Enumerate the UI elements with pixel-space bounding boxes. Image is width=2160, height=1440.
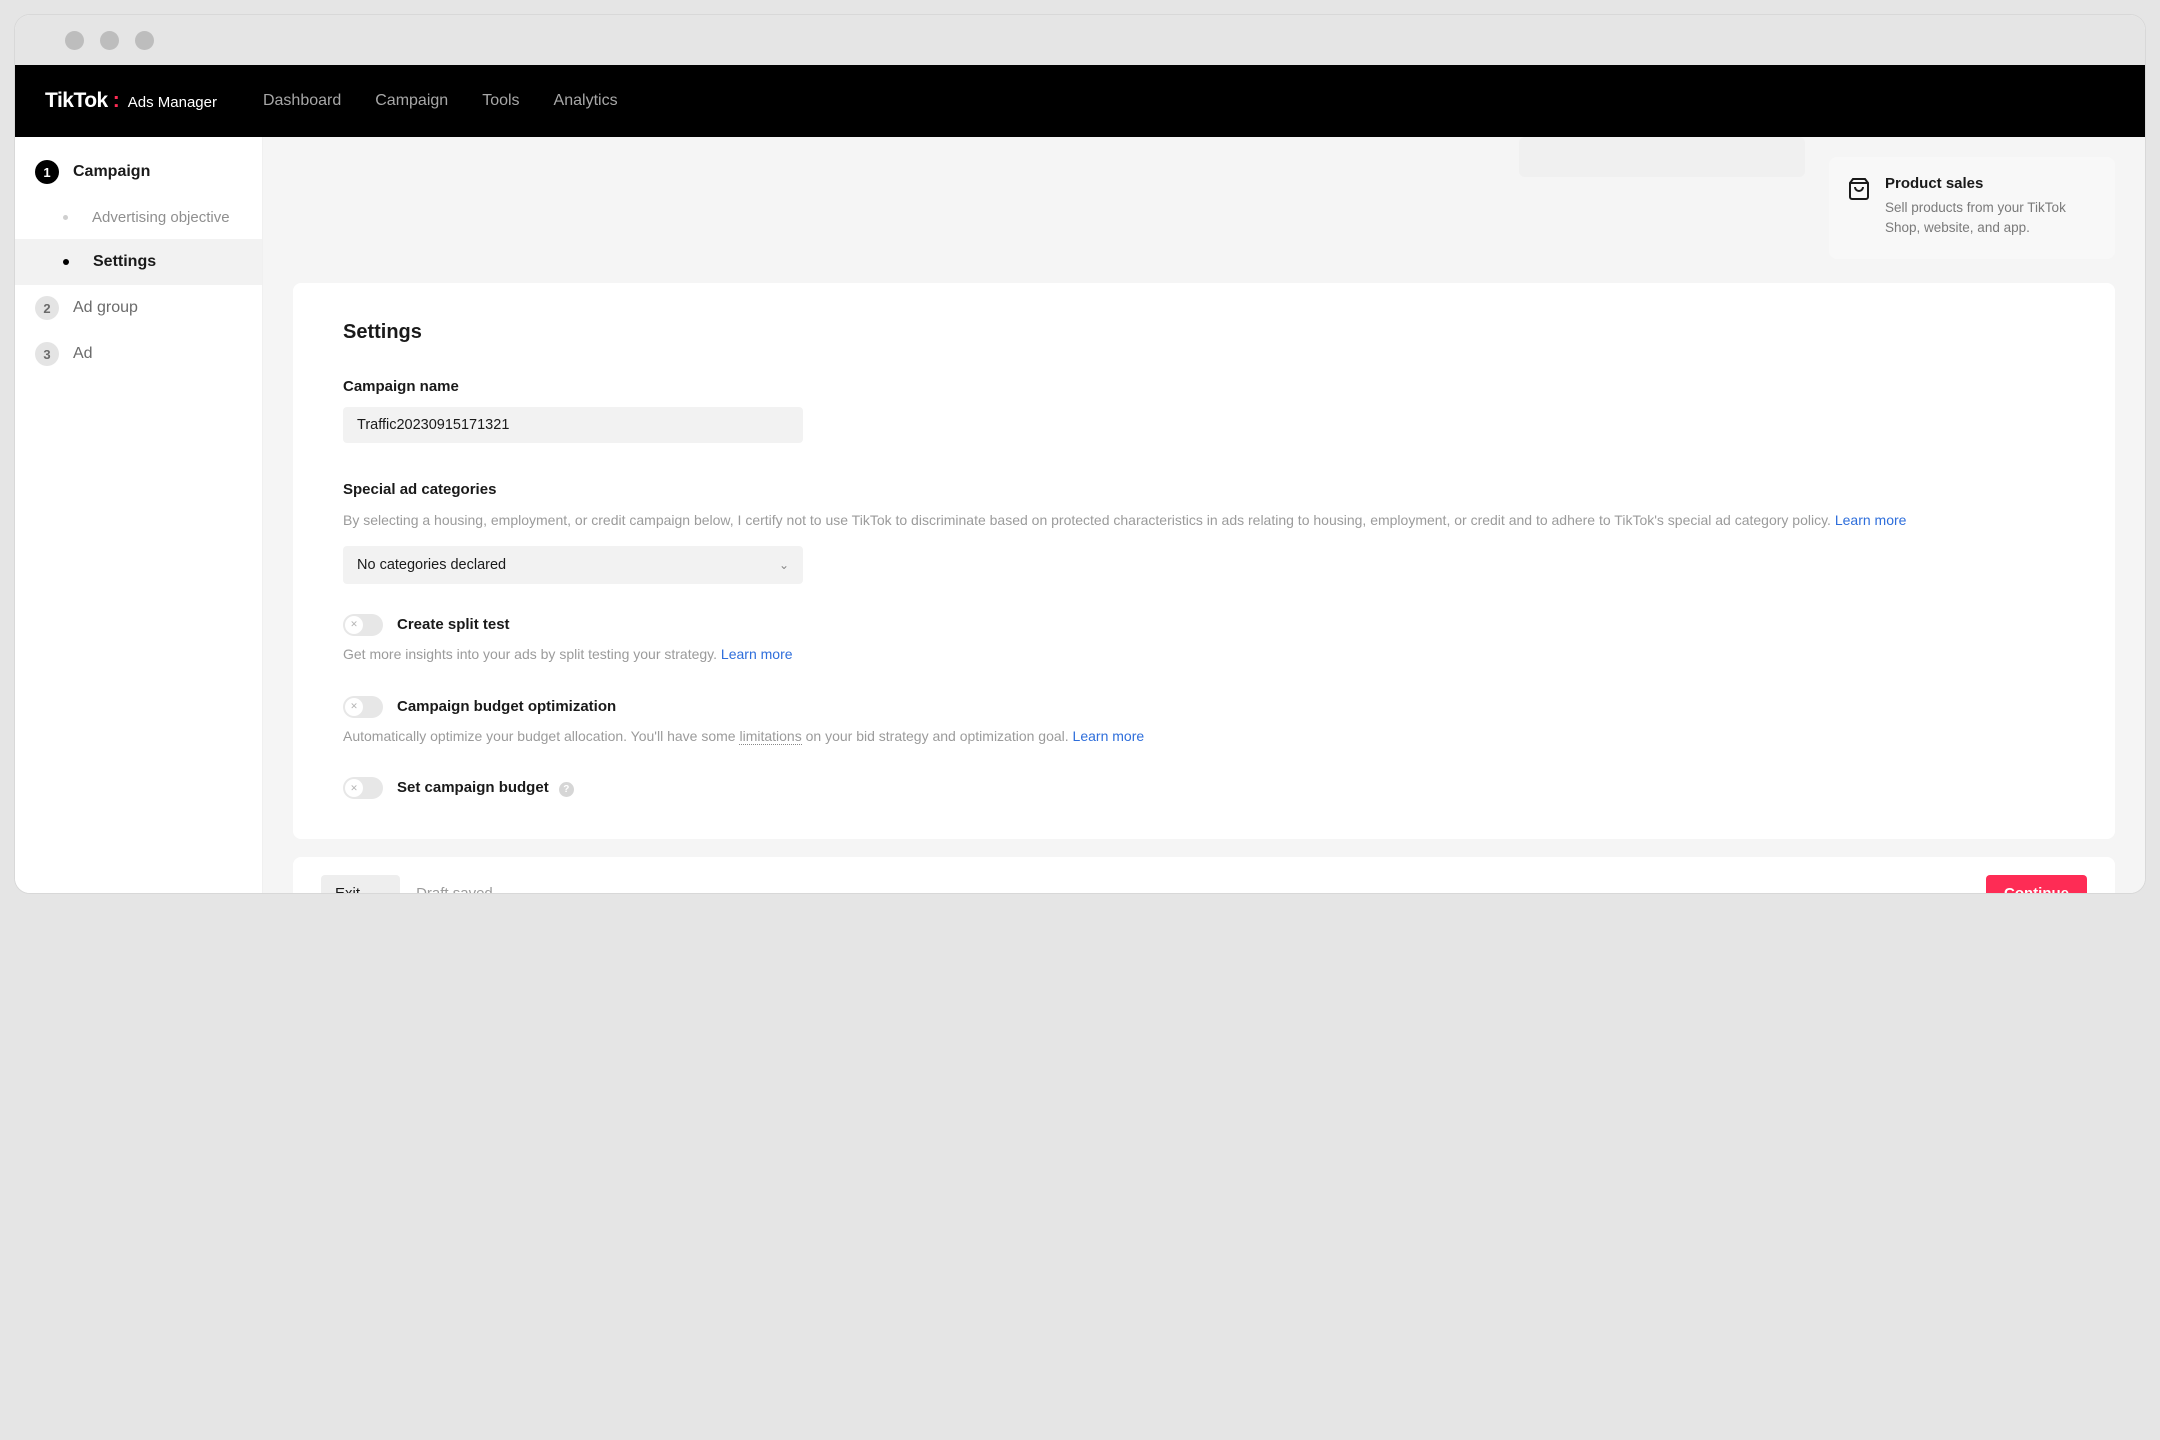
window-titlebar [15, 15, 2145, 65]
step-number-1: 1 [35, 160, 59, 184]
exit-button[interactable]: Exit ⌄ [321, 875, 400, 893]
settings-heading: Settings [343, 321, 2065, 344]
split-test-help: Get more insights into your ads by split… [343, 644, 2065, 666]
cbo-label: Campaign budget optimization [397, 698, 616, 715]
sidebar-sub-settings[interactable]: Settings [15, 239, 262, 285]
campaign-name-label: Campaign name [343, 378, 2065, 395]
nav-campaign[interactable]: Campaign [375, 92, 448, 110]
step-number-2: 2 [35, 296, 59, 320]
objective-card-ghost [1519, 137, 1805, 177]
traffic-light-min[interactable] [100, 31, 119, 50]
learn-more-link[interactable]: Learn more [1073, 728, 1145, 744]
brand-suffix: Ads Manager [128, 94, 217, 111]
sidebar-step-campaign[interactable]: 1 Campaign [15, 149, 262, 195]
chevron-down-icon: ⌄ [376, 886, 386, 893]
campaign-budget-label: Set campaign budget ? [397, 779, 574, 797]
product-sales-title: Product sales [1885, 175, 2097, 192]
product-sales-desc: Sell products from your TikTok Shop, web… [1885, 198, 2097, 237]
split-test-label: Create split test [397, 616, 510, 633]
sub-label-objective: Advertising objective [92, 209, 230, 226]
step-label-campaign: Campaign [73, 163, 150, 181]
categories-select[interactable]: No categories declared ⌄ [343, 546, 803, 584]
categories-select-value: No categories declared [357, 557, 506, 573]
step-label-ad: Ad [73, 345, 93, 363]
cbo-help: Automatically optimize your budget alloc… [343, 726, 2065, 748]
nav-dashboard[interactable]: Dashboard [263, 92, 341, 110]
sub-label-settings: Settings [93, 253, 156, 271]
sidebar: 1 Campaign Advertising objective Setting… [15, 137, 263, 893]
brand-colon: : [113, 89, 120, 113]
special-categories-label: Special ad categories [343, 481, 2065, 498]
campaign-name-input[interactable] [343, 407, 803, 443]
continue-button[interactable]: Continue [1986, 875, 2087, 893]
split-test-toggle[interactable] [343, 614, 383, 636]
traffic-light-max[interactable] [135, 31, 154, 50]
nav-analytics[interactable]: Analytics [554, 92, 618, 110]
traffic-light-close[interactable] [65, 31, 84, 50]
brand-name: TikTok [45, 89, 108, 113]
draft-status: Draft saved [416, 885, 493, 893]
top-nav: TikTok: Ads Manager Dashboard Campaign T… [15, 65, 2145, 137]
special-categories-help: By selecting a housing, employment, or c… [343, 510, 2065, 532]
step-number-3: 3 [35, 342, 59, 366]
main-content: Product sales Sell products from your Ti… [263, 137, 2145, 893]
learn-more-link[interactable]: Learn more [1835, 512, 1907, 528]
sidebar-step-adgroup[interactable]: 2 Ad group [15, 285, 262, 331]
help-icon[interactable]: ? [559, 782, 574, 797]
cbo-toggle[interactable] [343, 696, 383, 718]
settings-panel: Settings Campaign name Special ad catego… [293, 283, 2115, 839]
shopping-bag-icon [1847, 177, 1871, 201]
chevron-down-icon: ⌄ [779, 558, 789, 572]
campaign-budget-toggle[interactable] [343, 777, 383, 799]
step-label-adgroup: Ad group [73, 299, 138, 317]
bullet-icon [63, 215, 68, 220]
bullet-icon [63, 259, 69, 265]
learn-more-link[interactable]: Learn more [721, 646, 793, 662]
objective-card-product-sales[interactable]: Product sales Sell products from your Ti… [1829, 157, 2115, 259]
brand-logo: TikTok: Ads Manager [45, 89, 217, 113]
sidebar-sub-objective[interactable]: Advertising objective [15, 195, 262, 239]
nav-tools[interactable]: Tools [482, 92, 519, 110]
footer-bar: Exit ⌄ Draft saved Continue [293, 857, 2115, 893]
sidebar-step-ad[interactable]: 3 Ad [15, 331, 262, 377]
